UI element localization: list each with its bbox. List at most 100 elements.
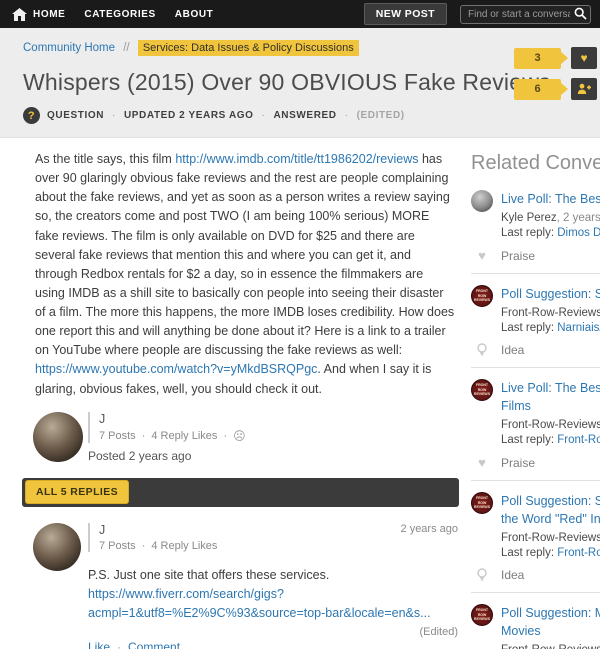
conversation-link[interactable]: Live Poll: The Best '80s Su xyxy=(501,192,600,206)
conversation-link[interactable]: Poll Suggestion: Seeing R the Word "Red"… xyxy=(501,494,600,526)
content-area: As the title says, this film http://www.… xyxy=(0,138,600,649)
reply-likes: 4 Reply Likes xyxy=(151,539,218,552)
related-conversation-item: Live Poll: The Best '80s Su Kyle Perez, … xyxy=(471,179,600,274)
tag-label: Praise xyxy=(501,248,536,263)
author-stats: 7 Posts · 4 Reply Likes · ☹ xyxy=(99,429,460,443)
mood-face-icon: ☹ xyxy=(233,428,246,443)
lightbulb-icon xyxy=(471,343,493,357)
avatar: FRONT ROW REVIEWS xyxy=(471,492,493,514)
all-replies-button[interactable]: ALL 5 REPLIES xyxy=(25,480,130,505)
post-text: As the title says, this film xyxy=(35,152,176,166)
heart-icon[interactable]: ♥ xyxy=(571,47,597,69)
related-conversations-heading: Related Conversations xyxy=(471,152,600,174)
reply-author-name[interactable]: J xyxy=(99,523,217,537)
search-container xyxy=(460,4,591,24)
imdb-link[interactable]: http://www.imdb.com/title/tt1986202/revi… xyxy=(175,152,418,166)
meta-dot: · xyxy=(261,110,266,121)
author-likes: 4 Reply Likes xyxy=(151,429,218,442)
related-conversation-item: FRONT ROW REVIEWS Live Poll: The Best Re… xyxy=(471,368,600,481)
nav-about[interactable]: ABOUT xyxy=(175,9,214,20)
action-dot: · xyxy=(117,639,122,649)
avatar[interactable] xyxy=(33,411,83,462)
reply-item: J 7 Posts · 4 Reply Likes 2 years ago P.… xyxy=(22,507,460,649)
frr-logo: FRONT ROW REVIEWS xyxy=(473,608,491,622)
lightbulb-icon xyxy=(471,568,493,582)
followers-count: 6 xyxy=(514,78,568,100)
breadcrumb-separator: // xyxy=(123,42,130,54)
related-conversation-item: FRONT ROW REVIEWS Poll Suggestion: Seein… xyxy=(471,481,600,593)
frr-logo: FRONT ROW REVIEWS xyxy=(473,289,491,303)
stats-dot: · xyxy=(223,429,228,442)
heart-icon: ♥ xyxy=(478,455,486,470)
heart-icon: ♥ xyxy=(478,248,486,263)
nav-home-label: HOME xyxy=(33,8,66,20)
likes-badge[interactable]: 3 ♥ xyxy=(514,47,597,69)
related-conversation-item: FRONT ROW REVIEWS Poll Suggestion: Man's… xyxy=(471,593,600,649)
topic-type: QUESTION xyxy=(47,110,105,121)
last-reply-prefix: Last reply: xyxy=(501,227,558,239)
search-icon[interactable] xyxy=(574,7,587,25)
comment-button[interactable]: Comment xyxy=(128,640,180,649)
topic-answered: ANSWERED xyxy=(273,110,337,121)
conversation-link[interactable]: Poll Suggestion: Steven S xyxy=(501,287,600,301)
topic-badges: 3 ♥ 6 xyxy=(514,47,597,109)
last-reply-author-link[interactable]: Dimos Dicoudis xyxy=(557,227,600,239)
conversation-tag: ♥ Praise xyxy=(471,248,600,263)
last-reply-author-link[interactable]: Front-Row-Revie xyxy=(557,547,600,559)
reply-timestamp: 2 years ago xyxy=(400,522,458,535)
last-reply-prefix: Last reply: xyxy=(501,322,558,334)
reply-posts: 7 Posts xyxy=(99,539,136,552)
question-icon: ? xyxy=(23,107,40,124)
last-reply-author-link[interactable]: NarniaisAwesome xyxy=(557,322,600,334)
breadcrumb-home-link[interactable]: Community Home xyxy=(23,42,115,54)
like-button[interactable]: Like xyxy=(88,640,110,649)
nav-categories[interactable]: CATEGORIES xyxy=(84,9,155,20)
new-post-button[interactable]: NEW POST xyxy=(363,3,447,25)
conversation-tag: Idea xyxy=(471,343,600,357)
related-conversation-item: FRONT ROW REVIEWS Poll Suggestion: Steve… xyxy=(471,274,600,368)
page-header: Community Home // Services: Data Issues … xyxy=(0,28,600,138)
last-reply-prefix: Last reply: xyxy=(501,434,558,446)
breadcrumb-category[interactable]: Services: Data Issues & Policy Discussio… xyxy=(137,40,359,56)
replies-bar: ALL 5 REPLIES xyxy=(22,477,459,507)
avatar[interactable] xyxy=(33,522,81,571)
nav-categories-label: CATEGORIES xyxy=(84,8,156,20)
conversation-tag: ♥ Praise xyxy=(471,455,600,470)
avatar: FRONT ROW REVIEWS xyxy=(471,379,493,401)
post-body: As the title says, this film http://www.… xyxy=(22,138,460,399)
follow-person-icon[interactable] xyxy=(571,78,597,100)
nav-about-label: ABOUT xyxy=(174,8,214,20)
stats-dot: · xyxy=(141,539,146,552)
youtube-link[interactable]: https://www.youtube.com/watch?v=yMkdBSRQ… xyxy=(35,362,317,376)
search-input[interactable] xyxy=(460,5,591,24)
post-text: has over 90 glaringly obvious fake revie… xyxy=(35,152,455,358)
last-reply-author-link[interactable]: Front-Row-Revie xyxy=(557,434,600,446)
frr-logo: FRONT ROW REVIEWS xyxy=(473,383,491,397)
author-name[interactable]: J xyxy=(99,412,460,426)
reply-text: P.S. Just one site that offers these ser… xyxy=(88,567,330,582)
topic-meta: ? QUESTION · UPDATED 2 YEARS AGO · ANSWE… xyxy=(23,107,600,124)
tag-label: Idea xyxy=(501,568,525,582)
tag-label: Praise xyxy=(501,455,536,470)
author-posts: 7 Posts xyxy=(99,429,136,442)
reply-name-block: J 7 Posts · 4 Reply Likes xyxy=(88,522,217,552)
top-nav: HOME CATEGORIES ABOUT NEW POST xyxy=(0,0,600,28)
conversation-link[interactable]: Poll Suggestion: Man's Be Movies xyxy=(501,606,600,638)
followers-badge[interactable]: 6 xyxy=(514,78,597,100)
tag-label: Idea xyxy=(501,343,525,357)
avatar: FRONT ROW REVIEWS xyxy=(471,285,493,307)
topic-updated: UPDATED 2 YEARS AGO xyxy=(123,110,254,121)
nav-home[interactable]: HOME xyxy=(12,7,66,21)
conversation-link[interactable]: Live Poll: The Best Religio Films xyxy=(501,381,600,413)
home-icon xyxy=(12,7,27,21)
stats-dot: · xyxy=(141,429,146,442)
topic-edited: (EDITED) xyxy=(356,110,405,121)
meta-dot: · xyxy=(344,110,349,121)
reply-author-stats: 7 Posts · 4 Reply Likes xyxy=(99,540,217,552)
avatar xyxy=(471,190,493,212)
frr-logo: FRONT ROW REVIEWS xyxy=(473,496,491,510)
posted-timestamp: Posted 2 years ago xyxy=(88,448,192,463)
reply-body: P.S. Just one site that offers these ser… xyxy=(88,566,460,624)
last-reply-prefix: Last reply: xyxy=(501,547,558,559)
fiverr-link[interactable]: https://www.fiverr.com/search/gigs?acmpl… xyxy=(88,587,431,620)
